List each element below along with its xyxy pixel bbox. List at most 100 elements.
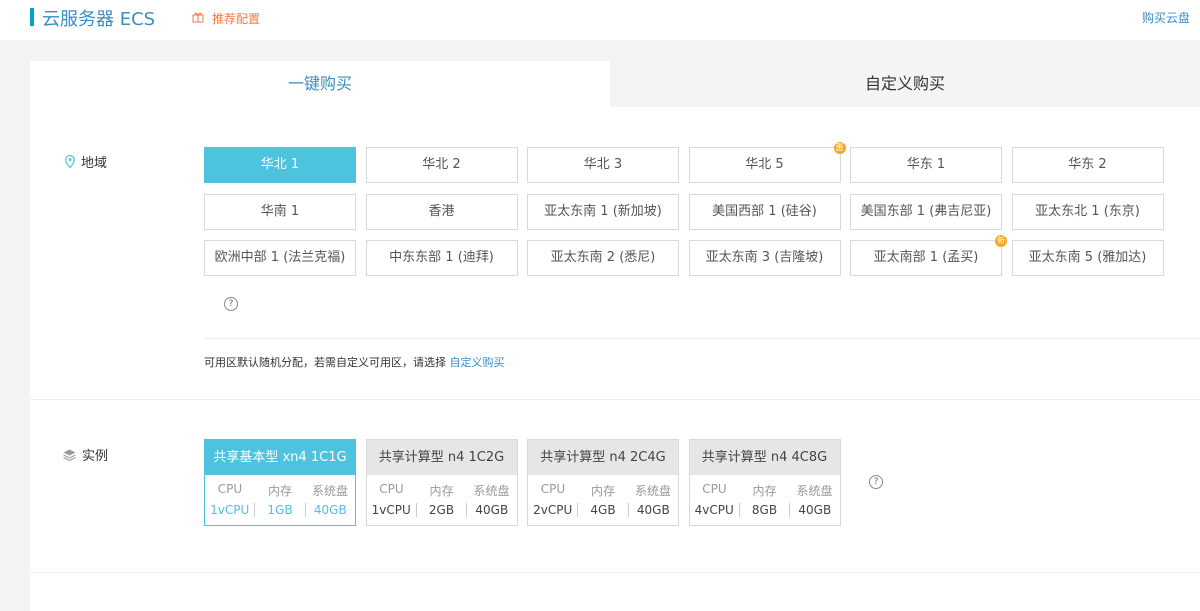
tab-one-click-buy[interactable]: 一键购买 [30,61,610,107]
instance-card-title: 共享计算型 n4 1C2G [366,440,517,475]
spec-value: 2GB [415,503,466,517]
bottom-divider [30,572,1200,573]
region-option[interactable]: 亚太东南 1 (新加坡) [527,193,679,230]
region-option-label: 中东东部 1 (迪拜) [389,250,494,265]
instance-card[interactable]: 共享基本型 xn4 1C1G CPU 内存 系统盘 1vCPU 1GB 40GB [204,439,356,526]
region-option-label: 欧洲中部 1 (法兰克福) [214,250,346,265]
region-option-label: 亚太南部 1 (孟买) [873,250,979,265]
region-option[interactable]: 亚太东南 3 (吉隆坡) [688,240,841,276]
instance-spec-values: 1vCPU 1GB 40GB [205,503,355,517]
spec-value: 1vCPU [210,503,250,517]
region-option[interactable]: 华北 5 惠 [688,142,846,183]
custom-buy-link[interactable]: 自定义购买 [450,356,505,369]
region-option[interactable]: 华北 2 [365,147,518,183]
region-option-label: 华东 2 [1068,157,1107,172]
spec-header: 内存 [590,484,615,498]
top-bar: 云服务器 ECS 推荐配置 购买云盘 [0,0,1200,40]
region-badge: 惠 [833,142,846,154]
instance-section-label: 实例 [63,445,108,464]
region-option-label: 华北 5 [745,157,784,172]
region-option-label: 亚太东北 1 (东京) [1035,203,1140,219]
region-option-label: 华北 1 [260,157,300,172]
region-option[interactable]: 欧洲中部 1 (法兰克福) [204,240,356,276]
spec-header: CPU [540,482,566,496]
region-option-label: 亚太东南 2 (悉尼) [550,250,656,265]
region-option[interactable]: 亚太东南 2 (悉尼) [527,240,679,276]
region-option[interactable]: 华南 1 [204,193,356,230]
region-option[interactable]: 亚太东北 1 (东京) [1011,193,1164,230]
region-label-text: 地域 [81,156,108,171]
spec-value: 40GB [789,503,839,517]
instance-card[interactable]: 共享计算型 n4 1C2G CPU 内存 系统盘 1vCPU 2GB 40GB [365,439,518,526]
instance-card[interactable]: 共享计算型 n4 2C4G CPU 内存 系统盘 2vCPU 4GB 40GB [527,439,679,526]
region-inner-divider [204,338,1200,339]
instance-spec-values: 1vCPU 2GB 40GB [367,503,517,517]
region-option[interactable]: 中东东部 1 (迪拜) [365,240,518,276]
instance-spec-headers: CPU 内存 系统盘 [205,482,355,499]
spec-value: 40GB [466,503,516,517]
tab-custom-buy[interactable]: 自定义购买 [610,61,1200,107]
spec-value: 4GB [577,503,627,517]
region-option-label: 华北 3 [583,157,623,172]
region-help-icon[interactable]: ? [224,297,238,311]
region-option-label: 亚太东南 3 (吉隆坡) [705,250,824,265]
region-option[interactable]: 亚太南部 1 (孟买) 新 [850,235,1007,276]
region-option-label: 香港 [428,203,455,219]
zone-note: 可用区默认随机分配，若需自定义可用区，请选择 自定义购买 [204,354,505,370]
region-badge: 新 [995,235,1007,247]
spec-value: 40GB [304,503,355,517]
zone-note-text: 可用区默认随机分配，若需自定义可用区，请选择 [204,356,446,369]
gift-icon [192,12,204,23]
spec-header: 内存 [752,484,777,498]
spec-value: 8GB [738,503,789,517]
region-option-label: 美国西部 1 (硅谷) [712,203,817,219]
region-option-label: 华南 1 [260,203,300,219]
title-accent-bar [30,8,34,26]
instance-card-title: 共享基本型 xn4 1C1G [205,440,355,475]
region-option[interactable]: 华北 3 [527,147,679,183]
spec-header: 系统盘 [634,484,671,498]
region-option-label: 华北 2 [422,157,461,172]
instance-card-title: 共享计算型 n4 4C8G [689,440,840,475]
spec-header: 系统盘 [796,484,833,498]
instance-help-icon[interactable]: ? [869,475,883,489]
purchase-panel: 一键购买 自定义购买 地域 华北 1 华北 2 华北 3 华北 5 惠华东 1 华东 2 华… [30,61,1200,611]
region-option[interactable]: 华东 2 [1011,147,1164,183]
instance-spec-headers: CPU 内存 系统盘 [690,482,840,499]
buy-disk-link[interactable]: 购买云盘 [1142,9,1190,26]
layers-icon [63,449,76,461]
spec-value: 1vCPU [371,503,411,517]
section-divider [30,399,1200,400]
spec-value: 1GB [254,503,304,517]
region-option-label: 华东 1 [906,157,946,172]
spec-header: 系统盘 [311,484,348,498]
instance-label-text: 实例 [82,449,109,464]
instance-spec-headers: CPU 内存 系统盘 [528,482,678,499]
region-option-label: 亚太东南 5 (雅加达) [1028,250,1147,265]
instance-card[interactable]: 共享计算型 n4 4C8G CPU 内存 系统盘 4vCPU 8GB 40GB [688,439,841,526]
region-option-label: 亚太东南 1 (新加坡) [544,203,662,219]
instance-spec-headers: CPU 内存 系统盘 [367,482,517,499]
spec-value: 40GB [627,503,678,517]
region-option[interactable]: 美国西部 1 (硅谷) [688,193,841,230]
region-option[interactable]: 华北 1 [204,147,356,183]
spec-header: CPU [217,482,243,496]
region-option[interactable]: 美国东部 1 (弗吉尼亚) [850,193,1002,230]
instance-spec-values: 2vCPU 4GB 40GB [528,503,678,517]
spec-value: 2vCPU [533,503,573,517]
spec-header: 内存 [429,484,454,498]
spec-header: CPU [702,482,727,496]
location-pin-icon [65,155,75,168]
region-option[interactable]: 亚太东南 5 (雅加达) [1011,240,1164,276]
spec-value: 4vCPU [694,503,734,517]
region-option-label: 美国东部 1 (弗吉尼亚) [860,203,992,219]
region-option[interactable]: 香港 [365,193,518,230]
region-option[interactable]: 华东 1 [850,147,1002,183]
region-section-label: 地域 [65,152,107,171]
instance-card-title: 共享计算型 n4 2C4G [528,440,678,475]
spec-header: 系统盘 [473,484,510,498]
recommend-config-link[interactable]: 推荐配置 [212,10,260,27]
spec-header: CPU [379,482,404,496]
instance-spec-values: 4vCPU 8GB 40GB [690,503,840,517]
page-title: 云服务器 ECS [42,9,156,30]
